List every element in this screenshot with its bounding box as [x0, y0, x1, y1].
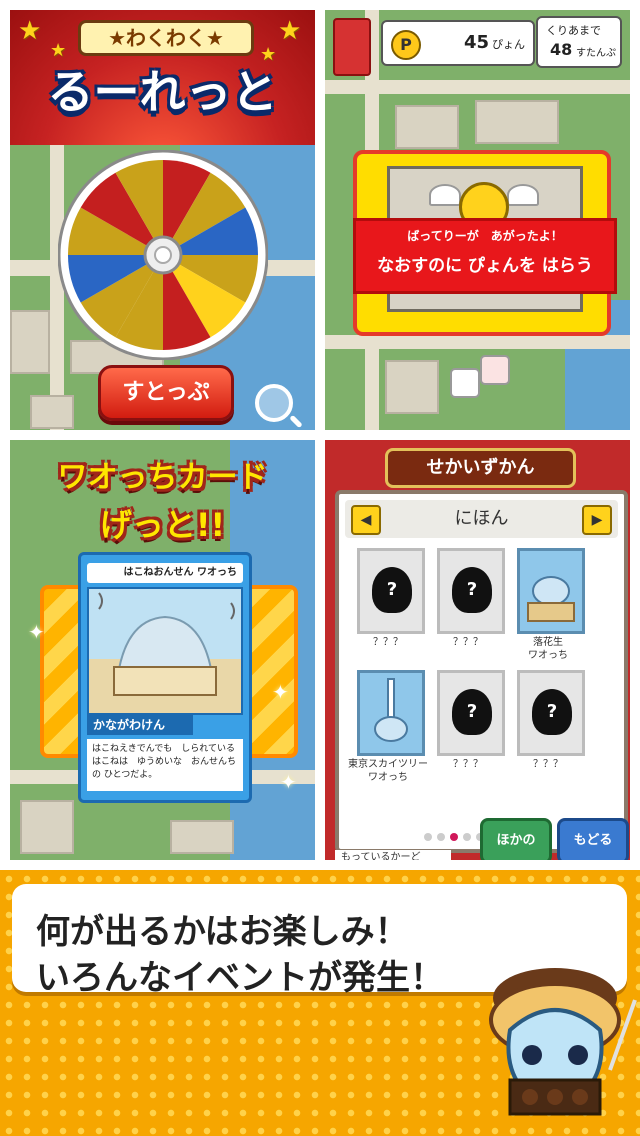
- unknown-silhouette-icon: ?: [532, 689, 572, 735]
- slot-label: ？？？: [453, 637, 483, 648]
- card-description: はこねえきでんでも しられている はこねは ゆうめいな おんせんちの ひとつだよ…: [87, 739, 243, 791]
- unknown-silhouette-icon: ?: [452, 567, 492, 613]
- encyclopedia-book: ◀ にほん ▶ ? ？？？ ? ？？？ 落花生 ワオっち 東京スカイツリー ワオ…: [335, 490, 628, 853]
- wing-right-icon: [507, 184, 539, 206]
- moves-display: くりあまで 48 すたんぷ: [536, 16, 622, 68]
- next-region-button[interactable]: ▶: [582, 505, 612, 535]
- event-panel: P 45 ぴょん くりあまで 48 すたんぷ ばってりーが あがったよ！ なおす…: [325, 10, 630, 430]
- moves-unit: すたんぷ: [576, 48, 616, 59]
- takoyaki-mascot-icon: [489, 968, 637, 1116]
- points-value: 45: [463, 32, 489, 53]
- wing-left-icon: [429, 184, 461, 206]
- encyclopedia-slot[interactable]: ?: [437, 670, 505, 756]
- slot-label: ？？？: [533, 759, 563, 770]
- sparkle-icon: ✦: [272, 680, 289, 704]
- card-prefecture: かながわけん: [87, 715, 193, 735]
- points-display: P 45 ぴょん: [381, 20, 535, 66]
- event-line-1: ばってりーが あがったよ！: [407, 229, 563, 243]
- card-image: [87, 587, 243, 715]
- star-icon: ★: [278, 16, 302, 46]
- player-piece-icon: [450, 368, 480, 398]
- sparkle-icon: ✦: [280, 770, 297, 794]
- moves-label: くりあまで: [546, 24, 601, 37]
- points-coin-icon: P: [391, 30, 421, 60]
- slot-label: 落花生 ワオっち: [528, 637, 568, 661]
- encyclopedia-slot[interactable]: [517, 548, 585, 634]
- card-deck-icon[interactable]: [333, 18, 371, 76]
- unknown-silhouette-icon: ?: [372, 567, 412, 613]
- encyclopedia-slot[interactable]: ?: [517, 670, 585, 756]
- owned-cards-tab[interactable]: もっているかーど: [335, 850, 451, 860]
- sparkle-icon: ✦: [28, 620, 45, 644]
- region-title: にほん: [454, 508, 509, 529]
- card-header: はこねおんせん ワオっち: [87, 563, 243, 583]
- other-button[interactable]: ほかの: [480, 818, 552, 860]
- slot-label: 東京スカイツリー ワオっち: [348, 759, 428, 783]
- event-popup[interactable]: ばってりーが あがったよ！ なおすのに ぴょんを はらう: [353, 150, 617, 336]
- encyclopedia-title: せかいずかん: [385, 448, 576, 488]
- moves-value: 48: [550, 40, 573, 59]
- unknown-silhouette-icon: ?: [452, 689, 492, 735]
- card-get-panel: ワオっちカード げっと!! ✦ ✦ ✦ はこねおんせん ワオっち かながわけん …: [10, 440, 315, 860]
- prev-region-button[interactable]: ◀: [351, 505, 381, 535]
- encyclopedia-slot[interactable]: ?: [357, 548, 425, 634]
- back-button[interactable]: もどる: [557, 818, 629, 860]
- roulette-subtitle: ★わくわく★: [78, 20, 254, 56]
- stop-button[interactable]: すとっぷ: [98, 365, 234, 421]
- slot-label: ？？？: [373, 637, 403, 648]
- skytree-waocchi-icon: [374, 678, 408, 742]
- star-icon: ★: [18, 16, 42, 46]
- stamp-icon: [480, 355, 510, 385]
- card-get-subtitle: げっと!!: [99, 506, 226, 544]
- encyclopedia-slot[interactable]: ?: [437, 548, 505, 634]
- region-header: ◀ にほん ▶: [345, 500, 618, 538]
- magnifier-icon[interactable]: [255, 384, 293, 422]
- roulette-wheel[interactable]: [58, 150, 268, 360]
- card-get-title: ワオっちカード: [57, 460, 268, 495]
- banner-line-2: いろんなイベントが発生！: [36, 958, 444, 998]
- waocchi-card[interactable]: はこねおんせん ワオっち かながわけん はこねえきでんでも しられている はこね…: [78, 552, 252, 803]
- event-line-2: なおすのに ぴょんを はらう: [377, 256, 593, 276]
- banner-line-1: 何が出るかはお楽しみ！: [36, 912, 409, 952]
- peanut-waocchi-icon: [527, 576, 575, 622]
- points-unit: ぴょん: [492, 38, 525, 51]
- roulette-title: るーれっと: [47, 65, 278, 119]
- encyclopedia-panel: せかいずかん ◀ にほん ▶ ? ？？？ ? ？？？ 落花生 ワオっち 東京スカ…: [325, 440, 630, 860]
- hot-spring-icon: [89, 592, 241, 713]
- encyclopedia-slot[interactable]: [357, 670, 425, 756]
- slot-label: ？？？: [453, 759, 483, 770]
- roulette-panel: ★ ★ ★ ★ ★わくわく★ るーれっと すとっぷ: [10, 10, 315, 430]
- event-message: ばってりーが あがったよ！ なおすのに ぴょんを はらう: [353, 218, 617, 294]
